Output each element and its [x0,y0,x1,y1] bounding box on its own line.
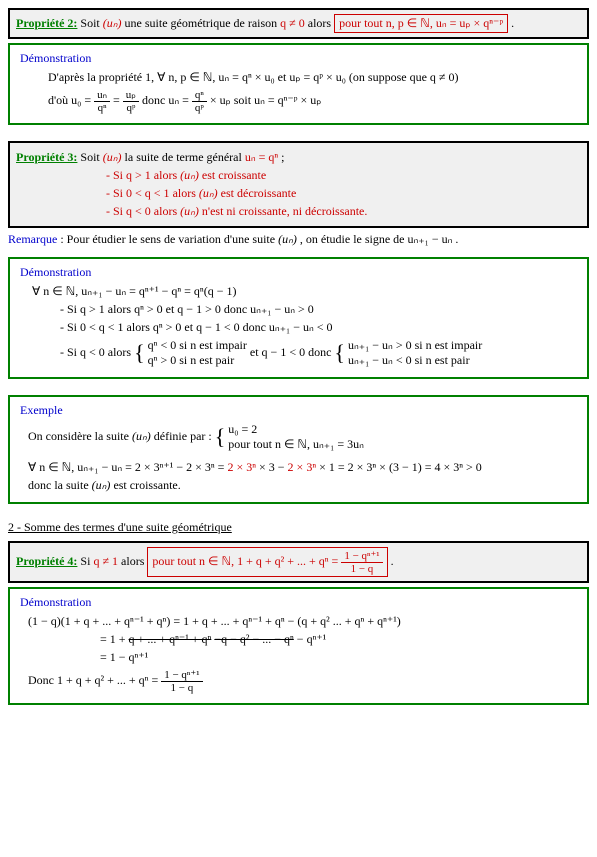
prop4-intro: Si [77,554,93,568]
demo3-c2: - Si 0 < q < 1 alors qⁿ > 0 et q − 1 < 0… [20,320,577,335]
prop2-q: q ≠ 0 [280,16,305,30]
remark-t1: : Pour étudier le sens de variation d'un… [57,232,278,246]
prop2-un: (uₙ) [103,16,122,30]
brace2-icon: { [334,340,345,366]
prop4-dot: . [391,554,394,568]
example-title: Exemple [20,403,577,418]
example-l3: donc la suite (uₙ) est croissante. [20,478,577,493]
prop3-title: Propriété 3: [16,150,77,164]
prop4-formula-box: pour tout n ∈ ℕ, 1 + q + q² + ... + qⁿ =… [147,547,387,577]
prop3-eq: uₙ = qⁿ [245,150,278,164]
prop3-intro: Soit [77,150,102,164]
prop3-c3: - Si q < 0 alors (uₙ) n'est ni croissant… [16,204,581,219]
prop2-dot: . [508,16,514,30]
prop3-un: (uₙ) [103,150,122,164]
demo4-frac: 1 − qⁿ⁺¹1 − q [161,668,202,694]
demo2-l1: D'après la propriété 1, ∀ n, p ∈ ℕ, uₙ =… [20,70,577,85]
demo3-c3b: et q − 1 < 0 donc [250,345,335,359]
remark-t2: , on étudie le signe de [297,232,408,246]
demo3-box: Démonstration ∀ n ∈ ℕ, uₙ₊₁ − uₙ = qⁿ⁺¹ … [8,257,589,379]
demo3-title: Démonstration [20,265,577,280]
prop4-frac: 1 − qⁿ⁺¹1 − q [341,549,382,575]
example-l1: On considère la suite (uₙ) définie par :… [20,422,577,452]
demo2-title: Démonstration [20,51,577,66]
prop2-intro: Soit [77,16,102,30]
demo4-l4: Donc 1 + q + q² + ... + qⁿ = 1 − qⁿ⁺¹1 −… [20,668,577,694]
demo3-c3a: - Si q < 0 alors [60,345,134,359]
prop2-title: Propriété 2: [16,16,77,30]
prop4-cond: q ≠ 1 [93,554,118,568]
prop2-t1: une suite géométrique de raison [122,16,281,30]
demo3-c3: - Si q < 0 alors { qⁿ < 0 si n est impai… [20,338,577,368]
brace3-content: u₀ = 2 pour tout n ∈ ℕ, uₙ₊₁ = 3uₙ [228,422,364,452]
frac-qn-qp: qⁿqᵖ [192,89,207,114]
demo2-l2c: × uₚ soit uₙ = qⁿ⁻ᵖ × uₚ [210,93,322,107]
prop3-t1: la suite de terme général [122,150,245,164]
example-box: Exemple On considère la suite (uₙ) défin… [8,395,589,504]
demo4-l1: (1 − q)(1 + q + ... + qⁿ⁻¹ + qⁿ) = 1 + q… [20,614,577,629]
frac-up-qp: uₚqᵖ [123,88,139,114]
example-l2: ∀ n ∈ ℕ, uₙ₊₁ − uₙ = 2 × 3ⁿ⁺¹ − 2 × 3ⁿ =… [20,460,577,475]
demo3-c1: - Si q > 1 alors qⁿ > 0 et q − 1 > 0 don… [20,302,577,317]
prop2-box: Propriété 2: Soit (uₙ) une suite géométr… [8,8,589,39]
brace1-content: qⁿ < 0 si n est impair qⁿ > 0 si n est p… [148,338,247,368]
demo2-eq: = [113,93,123,107]
prop2-t2: alors [305,16,334,30]
frac-un-qn: uₙqⁿ [94,88,110,114]
brace2-content: uₙ₊₁ − uₙ > 0 si n est impair uₙ₊₁ − uₙ … [348,338,482,368]
demo4-title: Démonstration [20,595,577,610]
demo4-box: Démonstration (1 − q)(1 + q + ... + qⁿ⁻¹… [8,587,589,705]
demo2-box: Démonstration D'après la propriété 1, ∀ … [8,43,589,125]
demo3-l1: ∀ n ∈ ℕ, uₙ₊₁ − uₙ = qⁿ⁺¹ − qⁿ = qⁿ(q − … [20,284,577,299]
demo2-l2a: d'où u₀ = [48,93,94,107]
prop4-title: Propriété 4: [16,554,77,568]
demo2-l2b: donc uₙ = [142,93,192,107]
demo4-l3: = 1 − qⁿ⁺¹ [20,650,577,665]
remark-dot: . [452,232,458,246]
brace1-icon: { [134,340,145,366]
prop3-c1: - Si q > 1 alors (uₙ) est croissante [16,168,581,183]
prop2-formula-box: pour tout n, p ∈ ℕ, uₙ = uₚ × qⁿ⁻ᵖ [334,14,508,33]
remark-expr: uₙ₊₁ − uₙ [408,232,453,246]
prop4-t1: alors [118,554,147,568]
remark-un: (uₙ) [278,232,297,246]
prop3-semi: ; [278,150,284,164]
demo2-l2: d'où u₀ = uₙqⁿ = uₚqᵖ donc uₙ = qⁿqᵖ × u… [20,88,577,114]
remark-title: Remarque [8,232,57,246]
section2-title: 2 - Somme des termes d'une suite géométr… [8,520,589,535]
prop3-c2: - Si 0 < q < 1 alors (uₙ) est décroissan… [16,186,581,201]
remark-line: Remarque : Pour étudier le sens de varia… [8,232,589,247]
brace3-icon: { [215,424,226,450]
demo4-l2: = 1 + q + ... + qⁿ⁻¹ + qⁿ −q − q² − ... … [20,632,577,647]
prop4-box: Propriété 4: Si q ≠ 1 alors pour tout n … [8,541,589,583]
prop3-box: Propriété 3: Soit (uₙ) la suite de terme… [8,141,589,228]
